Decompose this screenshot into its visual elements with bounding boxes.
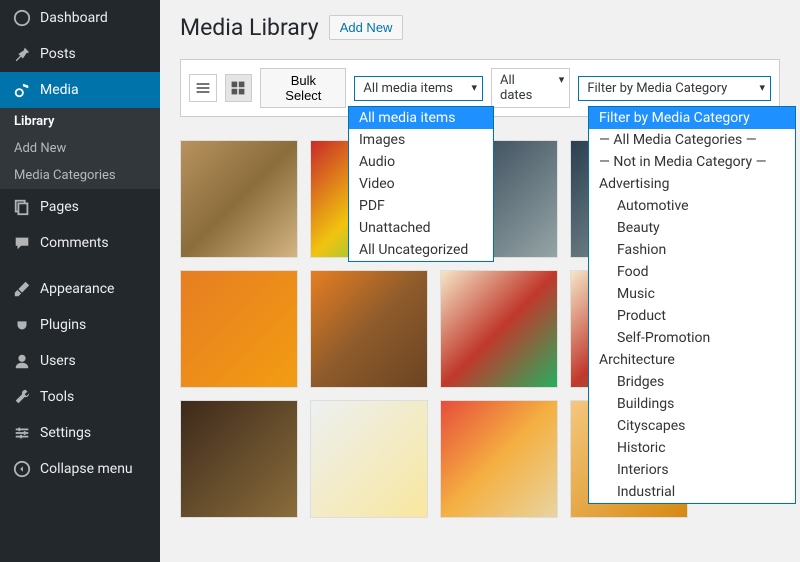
sidebar-separator: [0, 261, 160, 271]
bulk-select-button[interactable]: Bulk Select: [260, 68, 346, 108]
settings-icon: [12, 423, 32, 443]
media-item[interactable]: [180, 400, 298, 518]
dropdown-option[interactable]: Automotive: [589, 195, 795, 217]
dropdown-option[interactable]: Interiors: [589, 459, 795, 481]
media-item[interactable]: [310, 400, 428, 518]
media-item[interactable]: [440, 400, 558, 518]
dashboard-icon: [12, 8, 32, 28]
sidebar-label: Collapse menu: [40, 461, 133, 477]
user-icon: [12, 351, 32, 371]
dropdown-option[interactable]: Video: [349, 173, 493, 195]
sidebar-item-comments[interactable]: Comments: [0, 225, 160, 261]
sidebar-item-media[interactable]: Media: [0, 72, 160, 108]
filter-category-select[interactable]: Filter by Media Category: [578, 76, 771, 101]
sidebar-item-dashboard[interactable]: Dashboard: [0, 0, 160, 36]
plug-icon: [12, 315, 32, 335]
dropdown-option[interactable]: Bridges: [589, 371, 795, 393]
dropdown-option[interactable]: Food: [589, 261, 795, 283]
sidebar-item-settings[interactable]: Settings: [0, 415, 160, 451]
dropdown-option[interactable]: Self-Promotion: [589, 327, 795, 349]
dropdown-option[interactable]: Images: [349, 129, 493, 151]
dropdown-option[interactable]: Advertising: [589, 173, 795, 195]
filter-date-select[interactable]: All dates: [491, 68, 570, 108]
sidebar-label: Dashboard: [40, 10, 108, 26]
dropdown-option[interactable]: Unattached: [349, 217, 493, 239]
page-title: Media Library: [180, 14, 319, 41]
list-icon: [195, 80, 211, 96]
dropdown-option[interactable]: — Not in Media Category —: [589, 151, 795, 173]
dropdown-option[interactable]: PDF: [349, 195, 493, 217]
media-item[interactable]: [310, 270, 428, 388]
media-item[interactable]: [180, 140, 298, 258]
view-list-button[interactable]: [189, 74, 217, 102]
sidebar-item-posts[interactable]: Posts: [0, 36, 160, 72]
pages-icon: [12, 197, 32, 217]
sidebar-item-collapse[interactable]: Collapse menu: [0, 451, 160, 487]
sidebar-sub-add-new[interactable]: Add New: [0, 135, 160, 162]
dropdown-option[interactable]: All media items: [349, 107, 493, 129]
sidebar-sub-library[interactable]: Library: [0, 108, 160, 135]
pin-icon: [12, 44, 32, 64]
admin-sidebar: Dashboard Posts Media Library Add New Me…: [0, 0, 160, 562]
dropdown-option[interactable]: Music: [589, 283, 795, 305]
sidebar-label: Tools: [40, 389, 74, 405]
media-item[interactable]: [180, 270, 298, 388]
sidebar-sub-media-categories[interactable]: Media Categories: [0, 162, 160, 189]
dropdown-option[interactable]: Cityscapes: [589, 415, 795, 437]
sidebar-item-plugins[interactable]: Plugins: [0, 307, 160, 343]
sidebar-item-users[interactable]: Users: [0, 343, 160, 379]
sidebar-label: Pages: [40, 199, 79, 215]
dropdown-option[interactable]: — All Media Categories —: [589, 129, 795, 151]
view-grid-button[interactable]: [225, 74, 253, 102]
dropdown-option[interactable]: Filter by Media Category: [589, 107, 795, 129]
sidebar-item-appearance[interactable]: Appearance: [0, 271, 160, 307]
dropdown-option[interactable]: Historic: [589, 437, 795, 459]
media-icon: [12, 80, 32, 100]
dropdown-option[interactable]: Buildings: [589, 393, 795, 415]
sidebar-submenu-media: Library Add New Media Categories: [0, 108, 160, 189]
filter-category-dropdown: Filter by Media Category — All Media Cat…: [588, 106, 796, 504]
comments-icon: [12, 233, 32, 253]
wrench-icon: [12, 387, 32, 407]
dropdown-option[interactable]: Industrial: [589, 481, 795, 503]
add-new-button[interactable]: Add New: [329, 15, 404, 40]
page-header: Media Library Add New: [180, 10, 780, 41]
sidebar-label: Posts: [40, 46, 76, 62]
dropdown-option[interactable]: Fashion: [589, 239, 795, 261]
sidebar-label: Users: [40, 353, 76, 369]
brush-icon: [12, 279, 32, 299]
sidebar-label: Settings: [40, 425, 91, 441]
grid-icon: [230, 80, 246, 96]
filter-type-select[interactable]: All media items: [354, 76, 483, 101]
dropdown-option[interactable]: Architecture: [589, 349, 795, 371]
dropdown-option[interactable]: Product: [589, 305, 795, 327]
collapse-icon: [12, 459, 32, 479]
sidebar-item-tools[interactable]: Tools: [0, 379, 160, 415]
filter-type-dropdown: All media items Images Audio Video PDF U…: [348, 106, 494, 262]
dropdown-option[interactable]: Beauty: [589, 217, 795, 239]
sidebar-item-pages[interactable]: Pages: [0, 189, 160, 225]
sidebar-label: Appearance: [40, 281, 114, 297]
sidebar-label: Media: [40, 82, 79, 98]
media-item[interactable]: [440, 270, 558, 388]
sidebar-label: Comments: [40, 235, 109, 251]
dropdown-option[interactable]: Audio: [349, 151, 493, 173]
sidebar-label: Plugins: [40, 317, 86, 333]
dropdown-option[interactable]: All Uncategorized: [349, 239, 493, 261]
